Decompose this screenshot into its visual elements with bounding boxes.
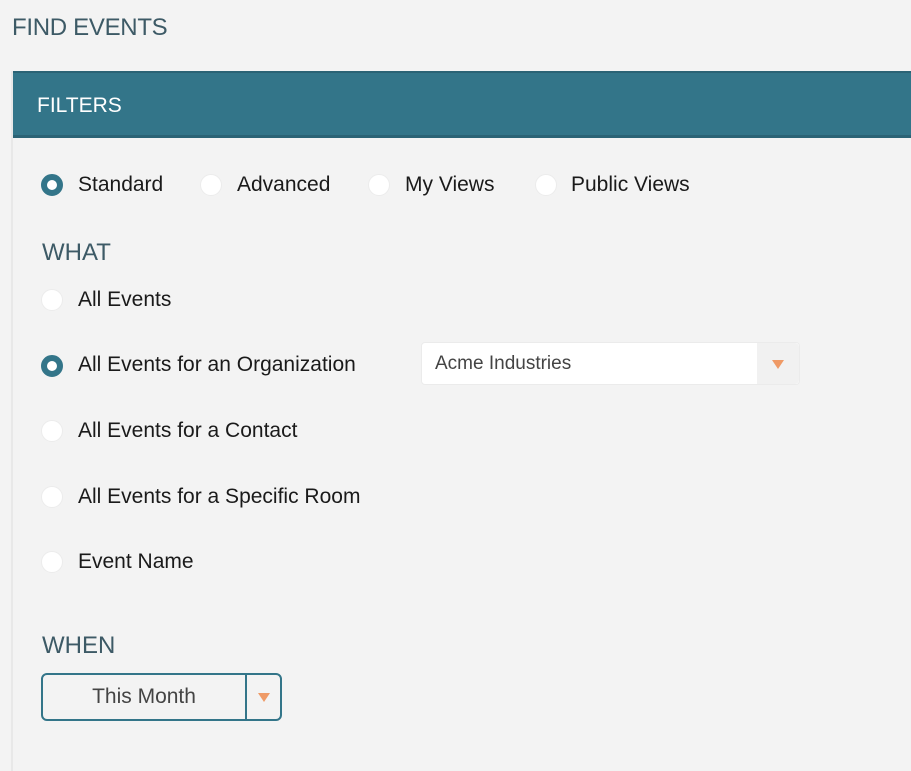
- when-select-value: This Month: [92, 685, 196, 708]
- radio-all-events-organization[interactable]: [41, 355, 63, 377]
- radio-all-events-room-label[interactable]: All Events for a Specific Room: [78, 485, 360, 509]
- caret-down-icon: [258, 693, 270, 702]
- filters-header: FILTERS: [13, 71, 911, 138]
- organization-select-value: Acme Industries: [435, 353, 572, 374]
- radio-my-views[interactable]: [368, 174, 390, 196]
- radio-all-events-contact[interactable]: [41, 420, 63, 442]
- filters-header-title: FILTERS: [37, 94, 122, 117]
- organization-select[interactable]: Acme Industries: [421, 342, 800, 385]
- radio-public-views-label[interactable]: Public Views: [571, 173, 690, 197]
- radio-all-events-room[interactable]: [41, 486, 63, 508]
- when-section-title: WHEN: [42, 632, 116, 659]
- radio-all-events[interactable]: [41, 289, 63, 311]
- radio-all-events-contact-label[interactable]: All Events for a Contact: [78, 419, 297, 443]
- page-title: FIND EVENTS: [12, 14, 168, 41]
- radio-event-name-label[interactable]: Event Name: [78, 550, 194, 574]
- caret-down-icon: [772, 360, 784, 369]
- radio-all-events-label[interactable]: All Events: [78, 288, 171, 312]
- when-select-toggle[interactable]: [247, 675, 280, 719]
- radio-standard[interactable]: [41, 174, 63, 196]
- radio-my-views-label[interactable]: My Views: [405, 173, 494, 197]
- organization-select-toggle[interactable]: [757, 343, 799, 384]
- radio-public-views[interactable]: [535, 174, 557, 196]
- radio-event-name[interactable]: [41, 551, 63, 573]
- when-select[interactable]: This Month: [41, 673, 282, 721]
- radio-standard-label[interactable]: Standard: [78, 173, 163, 197]
- radio-advanced[interactable]: [200, 174, 222, 196]
- what-section-title: WHAT: [42, 239, 111, 266]
- radio-all-events-organization-label[interactable]: All Events for an Organization: [78, 353, 356, 377]
- radio-advanced-label[interactable]: Advanced: [237, 173, 330, 197]
